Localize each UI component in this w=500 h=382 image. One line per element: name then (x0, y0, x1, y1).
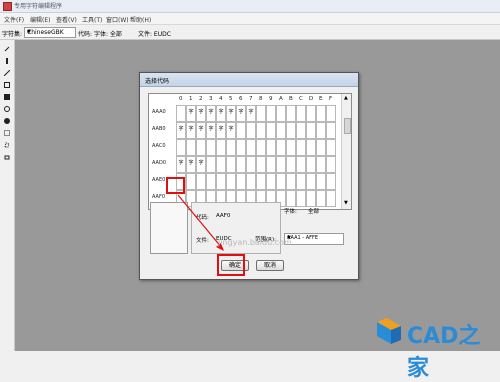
brand-name: CAD之家 (407, 324, 481, 381)
annotation-arrow (177, 194, 224, 251)
brand-watermark: CAD之家 (373, 314, 497, 381)
site-watermark: jingyan.baidu.com (218, 238, 292, 247)
brand-logo-icon (377, 318, 401, 344)
